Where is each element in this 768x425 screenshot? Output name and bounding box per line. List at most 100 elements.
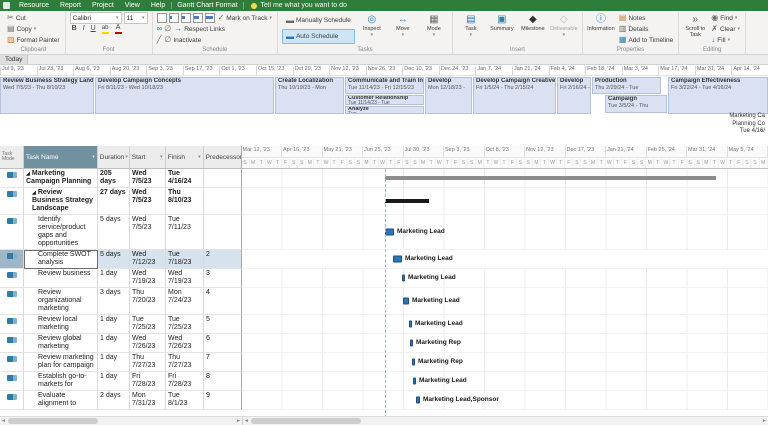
mode-button[interactable]: ▦ Mode ▾ — [420, 13, 448, 45]
timeline-bar[interactable]: Develop Mon 12/18/23 - — [425, 77, 472, 114]
insert-task-button[interactable]: ▤ Task ▾ — [457, 13, 485, 45]
gantt-row[interactable]: Marketing Rep — [242, 334, 768, 353]
copy-button[interactable]: ▤ Copy ▾ — [6, 24, 61, 34]
start-cell[interactable]: Wed 7/19/23 — [130, 269, 166, 288]
task-name-cell[interactable]: Complete SWOT analysis — [24, 250, 98, 269]
duration-column-header[interactable]: Duration ▾ — [98, 146, 130, 168]
timeline-bar[interactable]: Campaign Tue 3/5/24 - Thu — [605, 95, 667, 113]
gantt-bar[interactable] — [385, 199, 429, 203]
finish-cell[interactable]: Mon 7/24/23 — [166, 288, 204, 315]
task-mode-cell[interactable] — [0, 315, 24, 334]
finish-cell[interactable]: Tue 7/18/23 — [166, 250, 204, 269]
gantt-row[interactable]: Marketing Lead — [242, 315, 768, 334]
predecessors-cell[interactable]: 3 — [204, 269, 242, 288]
timeline-bar[interactable]: Develop Campaign Creative and TestingFri… — [473, 77, 556, 114]
predecessors-cell[interactable] — [204, 169, 242, 188]
finish-column-header[interactable]: Finish ▾ — [166, 146, 204, 168]
task-name-cell[interactable]: Review organizational marketing — [24, 288, 98, 315]
notes-button[interactable]: ▤ Notes — [618, 13, 674, 23]
task-mode-cell[interactable] — [0, 353, 24, 372]
menu-gantt-chart-format[interactable]: Gantt Chart Format — [171, 2, 244, 9]
gantt-bar[interactable] — [412, 358, 415, 366]
menu-help[interactable]: Help — [146, 2, 170, 9]
filter-arrow-icon[interactable]: ▾ — [198, 154, 201, 160]
task-name-cell[interactable]: Evaluate alignment to — [24, 391, 98, 410]
percent-25-button[interactable] — [168, 13, 179, 23]
gantt-bar[interactable] — [416, 396, 420, 404]
scroll-left-icon[interactable]: ◄ — [0, 417, 7, 425]
task-mode-column-header[interactable]: Task Mode — [0, 146, 24, 168]
gantt-row[interactable]: Marketing Lead — [242, 372, 768, 391]
mark-on-track-button[interactable]: ✓ Mark on Track ▾ — [217, 13, 273, 23]
gantt-bar[interactable] — [402, 274, 405, 282]
percent-100-button[interactable] — [204, 13, 215, 23]
task-mode-cell[interactable] — [0, 188, 24, 215]
font-name-select[interactable]: Calibri ▾ — [69, 12, 122, 24]
gantt-row[interactable]: Marketing Lead — [242, 215, 768, 250]
finish-cell[interactable]: Tue 7/11/23 — [166, 215, 204, 250]
finish-cell[interactable]: Tue 7/25/23 — [166, 315, 204, 334]
finish-cell[interactable]: Tue 4/16/24 — [166, 169, 204, 188]
split-task-icon[interactable]: ╱ — [157, 36, 162, 44]
duration-cell[interactable]: 1 day — [98, 269, 130, 288]
filter-arrow-icon[interactable]: ▾ — [125, 154, 128, 160]
clear-button[interactable]: ✗ Clear ▾ — [710, 24, 741, 34]
predecessors-cell[interactable]: 9 — [204, 391, 242, 410]
task-name-cell[interactable]: ◢ Review Business Strategy Landscape — [24, 188, 98, 215]
gantt-hscroll-thumb[interactable] — [251, 418, 361, 424]
cut-button[interactable]: ✂ Cut — [6, 13, 61, 23]
find-button[interactable]: ◉ Find ▾ — [710, 13, 741, 23]
timeline-pane[interactable]: Jul 9, '23 Jul 23, '23 Aug 6, '23 Aug 20, '… — [0, 65, 768, 150]
insert-summary-button[interactable]: ▣ Summary — [488, 13, 516, 45]
start-cell[interactable]: Wed 7/5/23 — [130, 215, 166, 250]
task-mode-cell[interactable] — [0, 391, 24, 410]
start-column-header[interactable]: Start ▾ — [130, 146, 166, 168]
start-cell[interactable]: Tue 7/25/23 — [130, 315, 166, 334]
insert-milestone-button[interactable]: ◆ Milestone — [519, 13, 547, 45]
scroll-right-icon[interactable]: ► — [235, 417, 242, 425]
gantt-bar[interactable] — [403, 297, 409, 305]
finish-cell[interactable]: Tue 8/1/23 — [166, 391, 204, 410]
gantt-bar[interactable] — [413, 377, 416, 385]
timeline-bar[interactable]: DevelopFri 2/16/24 - Thu — [557, 77, 591, 114]
predecessors-cell[interactable]: 7 — [204, 353, 242, 372]
start-cell[interactable]: Wed 7/5/23 — [130, 169, 166, 188]
duration-cell[interactable]: 3 days — [98, 288, 130, 315]
tell-me-box[interactable]: Tell me what you want to do — [261, 2, 347, 9]
move-button[interactable]: ↔ Move ▾ — [389, 13, 417, 45]
highlight-color-button[interactable]: ab — [100, 24, 111, 34]
scroll-to-task-button[interactable]: » Scroll to Task — [683, 13, 707, 45]
unlink-tasks-icon[interactable]: ∅ — [164, 25, 171, 33]
task-name-cell[interactable]: Review marketing plan for campaign — [24, 353, 98, 372]
information-button[interactable]: ⓘ Information — [587, 13, 615, 45]
task-mode-cell[interactable] — [0, 334, 24, 353]
task-mode-cell[interactable] — [0, 269, 24, 288]
manually-schedule-button[interactable]: ▬ Manually Schedule — [282, 13, 355, 28]
timeline-bar[interactable]: Create Localization Thu 10/19/23 - Mon — [275, 77, 344, 114]
add-to-timeline-button[interactable]: ▦ Add to Timeline — [618, 35, 674, 45]
duration-cell[interactable]: 5 days — [98, 250, 130, 269]
finish-cell[interactable]: Thu 8/10/23 — [166, 188, 204, 215]
gantt-row[interactable]: Marketing Lead,Sponsor — [242, 391, 768, 410]
task-mode-cell[interactable] — [0, 250, 24, 269]
scroll-right-icon[interactable]: ► — [761, 417, 768, 425]
predecessors-cell[interactable]: 6 — [204, 334, 242, 353]
predecessors-cell[interactable]: 2 — [204, 250, 242, 269]
task-mode-cell[interactable] — [0, 288, 24, 315]
percent-0-button[interactable] — [156, 13, 167, 23]
task-name-column-header[interactable]: Task Name ▾ — [23, 146, 98, 168]
finish-cell[interactable]: Wed 7/26/23 — [166, 334, 204, 353]
task-name-cell[interactable]: Identify service/product gaps and opport… — [24, 215, 98, 250]
menu-project[interactable]: Project — [87, 2, 119, 9]
inspect-button[interactable]: ◎ Inspect ▾ — [358, 13, 386, 45]
predecessors-cell[interactable]: 4 — [204, 288, 242, 315]
gantt-row[interactable] — [242, 188, 768, 215]
finish-cell[interactable]: Thu 7/27/23 — [166, 353, 204, 372]
scroll-left-icon[interactable]: ◄ — [243, 417, 250, 425]
finish-cell[interactable]: Wed 7/19/23 — [166, 269, 204, 288]
table-hscrollbar[interactable]: ◄ ► — [0, 417, 243, 425]
gantt-bar[interactable] — [393, 255, 402, 263]
predecessors-cell[interactable] — [204, 215, 242, 250]
gantt-row[interactable] — [242, 169, 768, 188]
task-name-cell[interactable]: Review business — [24, 269, 98, 288]
